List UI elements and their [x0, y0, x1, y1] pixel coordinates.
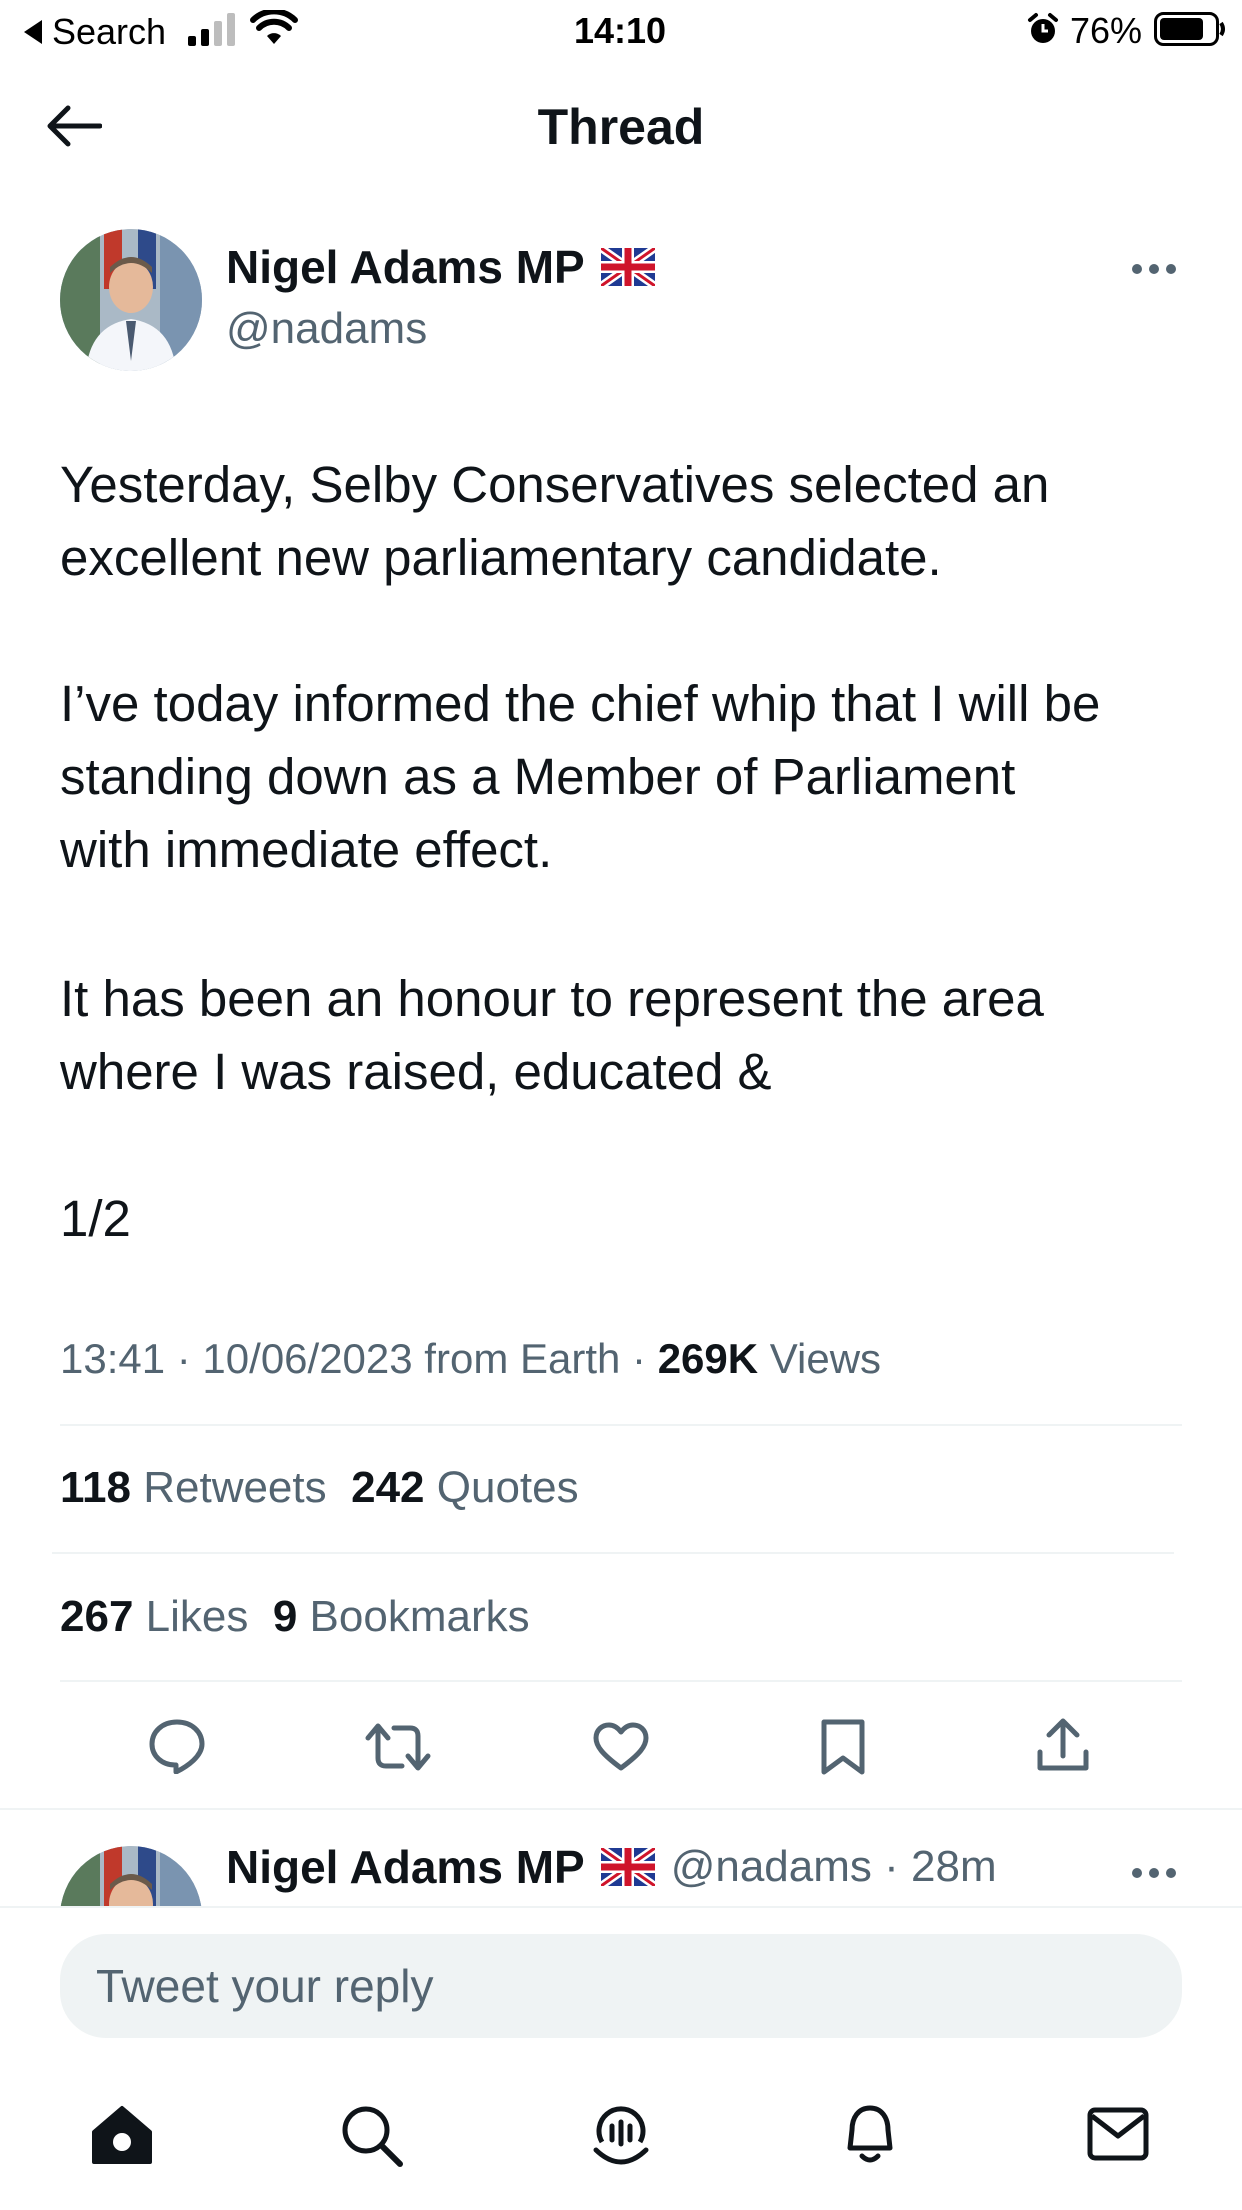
tweet-paragraph: 1/2	[60, 1190, 131, 1247]
quotes-count: 242	[351, 1463, 425, 1512]
uk-flag-icon	[600, 1848, 655, 1886]
retweets-stat[interactable]: 118 Retweets	[60, 1463, 327, 1512]
signal-icon	[186, 12, 238, 46]
divider	[52, 1552, 1174, 1554]
back-triangle-icon	[22, 19, 44, 45]
uk-flag-icon	[600, 248, 655, 286]
author-handle[interactable]: @nadams	[226, 304, 427, 354]
battery-icon	[1154, 12, 1226, 46]
bookmarks-count: 9	[272, 1592, 298, 1641]
reply-bar: Tweet your reply	[0, 1906, 1242, 2210]
reply-placeholder: Tweet your reply	[96, 1960, 434, 2012]
author-handle-time[interactable]: @nadams · 28m	[671, 1842, 997, 1892]
tweet-paragraph: Yesterday, Selby Conservatives selected …	[60, 456, 1050, 586]
tweet-paragraph: It has been an honour to represent the a…	[60, 970, 1044, 1100]
search-icon[interactable]	[340, 2104, 404, 2168]
messages-icon[interactable]	[1086, 2106, 1150, 2162]
likes-count: 267	[60, 1592, 134, 1641]
divider	[60, 1680, 1182, 1682]
tweet-paragraph: I’ve today informed the chief whip that …	[60, 675, 1101, 878]
likes-label: Likes	[145, 1592, 249, 1641]
bookmarks-label: Bookmarks	[309, 1592, 530, 1641]
more-options-icon[interactable]	[1130, 262, 1178, 276]
page-title: Thread	[537, 99, 705, 155]
wifi-icon	[250, 10, 298, 46]
retweets-count: 118	[60, 1463, 131, 1512]
reply-icon[interactable]	[148, 1718, 206, 1774]
quotes-label: Quotes	[436, 1463, 579, 1512]
back-label: Search	[52, 11, 167, 52]
quotes-stat[interactable]: 242 Quotes	[351, 1463, 579, 1512]
more-options-icon[interactable]	[1130, 1866, 1178, 1880]
retweet-icon[interactable]	[364, 1722, 432, 1772]
divider	[60, 1424, 1182, 1426]
like-bookmark-stats: 267 Likes 9 Bookmarks	[60, 1592, 530, 1642]
next-tweet[interactable]: Nigel Adams MP @nadams · 28m	[0, 1810, 1242, 1906]
home-icon[interactable]	[90, 2104, 154, 2166]
timestamp[interactable]: 13:41 · 10/06/2023 from Earth ·	[60, 1335, 658, 1382]
bookmark-icon[interactable]	[820, 1718, 866, 1776]
bookmarks-stat[interactable]: 9 Bookmarks	[273, 1592, 530, 1641]
avatar[interactable]	[60, 229, 202, 371]
views-count: 269K	[657, 1335, 759, 1382]
retweet-quote-stats: 118 Retweets 242 Quotes	[60, 1463, 579, 1513]
avatar[interactable]	[60, 1846, 202, 1906]
battery-percent: 76%	[1070, 10, 1143, 51]
likes-stat[interactable]: 267 Likes	[60, 1592, 248, 1641]
reply-input[interactable]: Tweet your reply	[60, 1934, 1182, 2038]
retweets-label: Retweets	[143, 1463, 327, 1512]
alarm-icon	[1026, 12, 1060, 46]
author-name[interactable]: Nigel Adams MP	[226, 1840, 585, 1894]
spaces-icon[interactable]	[588, 2102, 654, 2168]
notifications-icon[interactable]	[840, 2102, 900, 2168]
views-label: Views	[769, 1335, 882, 1382]
tweet-meta: 13:41 · 10/06/2023 from Earth · 269K Vie…	[60, 1335, 881, 1383]
clock: 14:10	[574, 10, 667, 51]
author-name[interactable]: Nigel Adams MP	[226, 240, 585, 294]
share-icon[interactable]	[1036, 1716, 1090, 1774]
back-to-search[interactable]: Search	[22, 14, 166, 50]
like-icon[interactable]	[592, 1722, 650, 1772]
